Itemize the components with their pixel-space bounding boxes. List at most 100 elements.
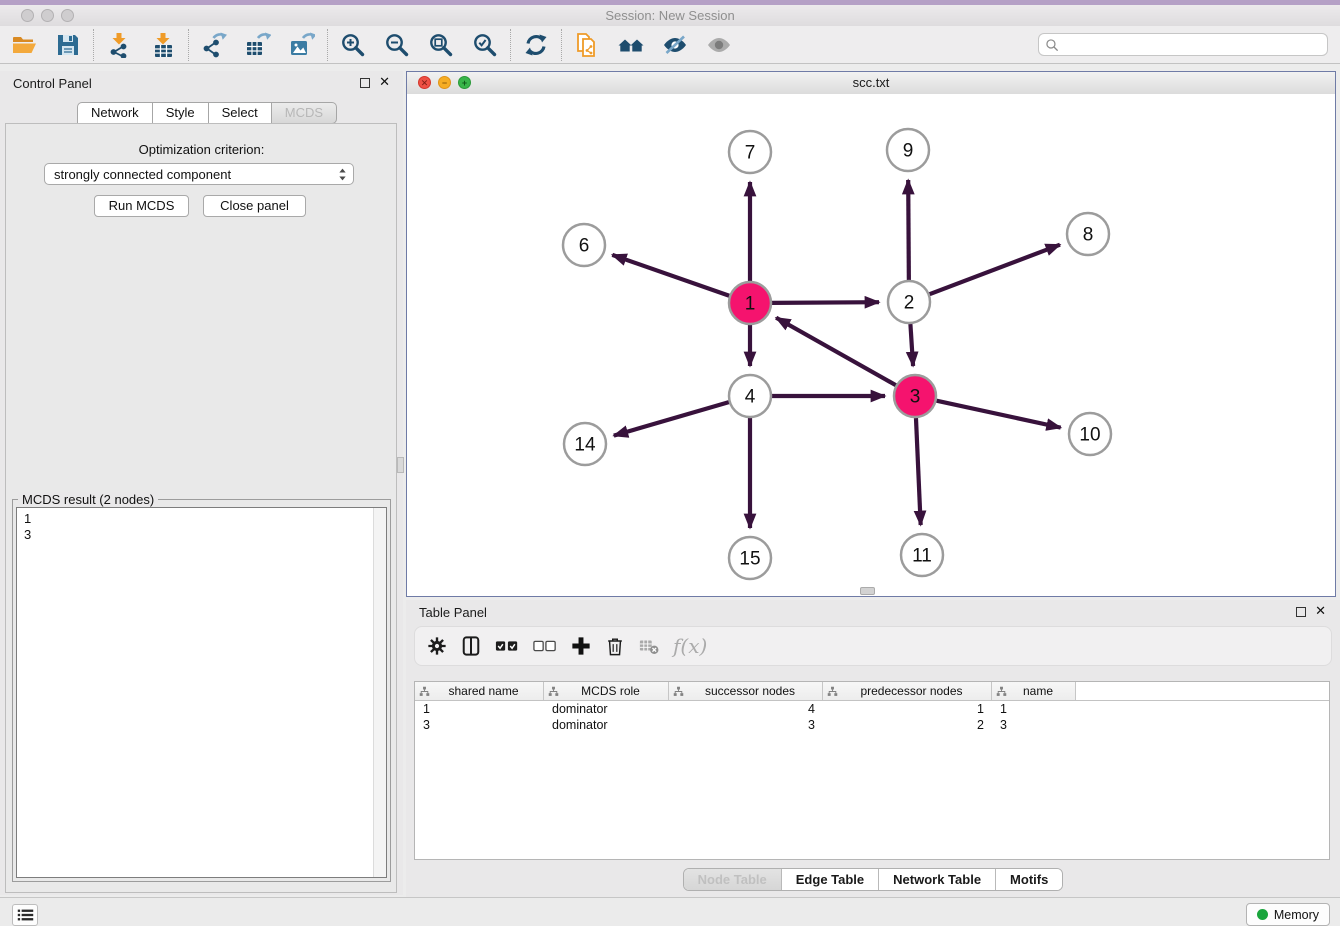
graph-edge-4-14[interactable] (614, 402, 729, 435)
graph-edge-2-3[interactable] (910, 324, 913, 366)
result-scrollbar[interactable] (373, 508, 386, 877)
table-float-panel-icon[interactable] (1296, 607, 1306, 617)
node-label: 6 (579, 236, 590, 257)
refresh-view-button[interactable] (520, 30, 552, 60)
deselect-all-columns-button[interactable] (533, 633, 557, 659)
tab-network-table[interactable]: Network Table (878, 869, 995, 890)
dropdown-stepper-icon (338, 167, 347, 182)
graph-node-8[interactable]: 8 (1067, 213, 1109, 255)
node-label: 7 (745, 143, 756, 164)
node-table-header: shared nameMCDS rolesuccessor nodesprede… (415, 682, 1329, 701)
hierarchy-icon (544, 686, 559, 697)
toolbar-group (103, 30, 179, 60)
panel-splitter-grip[interactable] (397, 457, 404, 473)
graph-node-2[interactable]: 2 (888, 281, 930, 323)
import-network-button[interactable] (103, 30, 135, 60)
table-cell[interactable]: 1 (823, 702, 992, 716)
export-network-button[interactable] (198, 30, 230, 60)
dropdown-value: strongly connected component (45, 167, 338, 182)
canvas-hscroll-thumb[interactable] (860, 587, 875, 595)
graph-edge-1-6[interactable] (612, 255, 729, 296)
first-neighbors-button[interactable] (615, 30, 647, 60)
delete-column-button[interactable] (605, 633, 625, 659)
column-header-successor-nodes[interactable]: successor nodes (669, 682, 823, 700)
open-session-button[interactable] (8, 30, 40, 60)
graph-node-6[interactable]: 6 (563, 224, 605, 266)
graph-node-11[interactable]: 11 (901, 534, 943, 576)
float-panel-icon[interactable] (360, 78, 370, 88)
graph-node-14[interactable]: 14 (564, 423, 606, 465)
graph-edge-3-1[interactable] (776, 318, 896, 385)
add-column-button[interactable] (571, 633, 591, 659)
table-cell[interactable]: dominator (544, 718, 669, 732)
close-panel-button[interactable]: Close panel (203, 195, 306, 217)
table-cell[interactable]: 3 (992, 718, 1076, 732)
tab-network[interactable]: Network (77, 102, 153, 124)
zoom-out-button[interactable] (381, 30, 413, 60)
table-cell[interactable]: 4 (669, 702, 823, 716)
table-options-button[interactable] (427, 633, 447, 659)
import-table-button[interactable] (147, 30, 179, 60)
task-history-button[interactable] (12, 904, 38, 926)
mcds-result-list[interactable]: 13 (16, 507, 387, 878)
column-header-MCDS-role[interactable]: MCDS role (544, 682, 669, 700)
table-cell[interactable]: 1 (992, 702, 1076, 716)
graph-edge-1-2[interactable] (772, 302, 879, 303)
search-input[interactable] (1059, 36, 1327, 53)
hide-selected-button[interactable] (659, 30, 691, 60)
tab-select[interactable]: Select (209, 102, 272, 124)
network-title: scc.txt (407, 75, 1335, 90)
show-column-button[interactable] (461, 633, 481, 659)
table-cell[interactable]: 1 (415, 702, 544, 716)
graph-node-7[interactable]: 7 (729, 131, 771, 173)
network-window: ✕ − + scc.txt 7968124314101511 (406, 71, 1336, 597)
toolbar-group (198, 30, 318, 60)
column-header-predecessor-nodes[interactable]: predecessor nodes (823, 682, 992, 700)
zoom-fit-button[interactable] (425, 30, 457, 60)
node-label: 10 (1079, 425, 1100, 446)
table-row[interactable]: 3dominator323 (415, 717, 1329, 733)
graph-node-9[interactable]: 9 (887, 129, 929, 171)
graph-node-15[interactable]: 15 (729, 537, 771, 579)
tab-style[interactable]: Style (153, 102, 209, 124)
column-header-shared-name[interactable]: shared name (415, 682, 544, 700)
table-close-panel-icon[interactable]: ✕ (1315, 604, 1326, 618)
graph-edge-3-10[interactable] (936, 401, 1060, 428)
node-label: 14 (574, 435, 596, 456)
tab-node-table[interactable]: Node Table (684, 869, 781, 890)
clone-network-button[interactable] (571, 30, 603, 60)
tab-motifs[interactable]: Motifs (995, 869, 1062, 890)
table-row[interactable]: 1dominator411 (415, 701, 1329, 717)
select-all-columns-button[interactable] (495, 633, 519, 659)
table-cell[interactable]: 3 (669, 718, 823, 732)
export-table-button[interactable] (242, 30, 274, 60)
function-builder-button: f(x) (673, 633, 707, 659)
toolbar-group (520, 30, 552, 60)
graph-edge-2-9[interactable] (908, 180, 909, 280)
table-tabgroup: Node TableEdge TableNetwork TableMotifs (683, 868, 1064, 891)
close-panel-icon[interactable]: ✕ (379, 75, 390, 89)
graph-node-3[interactable]: 3 (894, 375, 936, 417)
show-hidden-button[interactable] (703, 30, 735, 60)
graph-node-10[interactable]: 10 (1069, 413, 1111, 455)
network-canvas[interactable]: 7 9 6 8 1 2 4 3 14 10 15 11 (407, 94, 1335, 596)
graph-node-1[interactable]: 1 (729, 282, 771, 324)
tab-mcds[interactable]: MCDS (272, 102, 337, 124)
table-cell[interactable]: dominator (544, 702, 669, 716)
graph-node-4[interactable]: 4 (729, 375, 771, 417)
column-header-name[interactable]: name (992, 682, 1076, 700)
graph-edge-2-8[interactable] (930, 245, 1060, 295)
tab-edge-table[interactable]: Edge Table (781, 869, 878, 890)
graph-edge-3-11[interactable] (916, 418, 921, 525)
mcds-result-item: 3 (24, 527, 386, 543)
export-image-button[interactable] (286, 30, 318, 60)
search-field[interactable] (1038, 33, 1328, 56)
table-cell[interactable]: 2 (823, 718, 992, 732)
memory-button[interactable]: Memory (1246, 903, 1330, 926)
table-cell[interactable]: 3 (415, 718, 544, 732)
zoom-selected-button[interactable] (469, 30, 501, 60)
save-session-button[interactable] (52, 30, 84, 60)
optimization-criterion-dropdown[interactable]: strongly connected component (44, 163, 354, 185)
zoom-in-button[interactable] (337, 30, 369, 60)
run-mcds-button[interactable]: Run MCDS (94, 195, 189, 217)
